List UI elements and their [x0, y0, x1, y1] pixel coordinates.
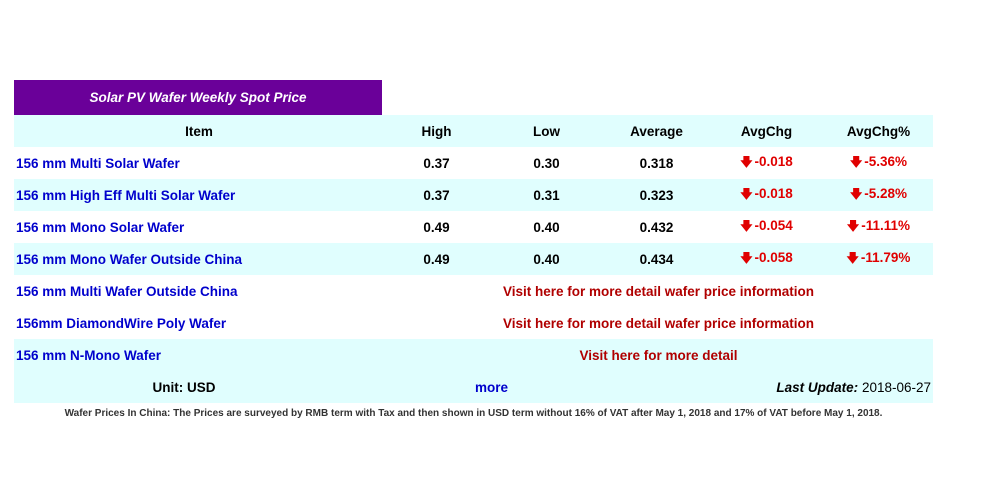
avgchg-value: -0.018 — [754, 153, 793, 169]
cell-avgchg: 🡇 -0.054 — [709, 217, 824, 238]
down-arrow-icon: 🡇 — [849, 186, 863, 201]
detail-link[interactable]: Visit here for more detail — [384, 348, 933, 363]
down-arrow-icon: 🡇 — [740, 250, 753, 265]
table-row: 156 mm N-Mono Wafer Visit here for more … — [14, 339, 933, 371]
cell-low: 0.40 — [533, 219, 560, 235]
detail-link[interactable]: Visit here for more detail wafer price i… — [384, 284, 933, 299]
cell-low: 0.30 — [533, 155, 560, 171]
item-link[interactable]: 156 mm Mono Solar Wafer — [14, 220, 384, 235]
header-item: Item — [185, 123, 213, 139]
down-arrow-icon: 🡇 — [849, 154, 863, 169]
header-avgchg: AvgChg — [740, 123, 793, 139]
cell-average: 0.318 — [639, 155, 674, 171]
avgchg-pct-value: -5.36% — [864, 153, 908, 169]
last-update-date: 2018-06-27 — [861, 379, 931, 395]
table-row: 156 mm Mono Wafer Outside China 0.49 0.4… — [14, 243, 933, 275]
table-footer-row: Unit: USD more Last Update: 2018-06-27 — [14, 371, 933, 403]
cell-avgchg-pct: 🡇 -11.79% — [824, 249, 933, 270]
cell-avgchg: 🡇 -0.058 — [709, 249, 824, 270]
last-update-label: Last Update: — [776, 379, 859, 395]
unit-label: Unit: USD — [152, 379, 216, 395]
item-link[interactable]: 156 mm Multi Wafer Outside China — [14, 284, 384, 299]
cell-low: 0.40 — [533, 251, 560, 267]
table-row: 156 mm High Eff Multi Solar Wafer 0.37 0… — [14, 179, 933, 211]
footnote: Wafer Prices In China: The Prices are su… — [64, 408, 883, 419]
avgchg-pct-value: -11.11% — [861, 217, 911, 233]
cell-avgchg-pct: 🡇 -5.28% — [824, 185, 933, 206]
avgchg-value: -0.058 — [754, 249, 793, 265]
item-link[interactable]: 156 mm N-Mono Wafer — [14, 348, 384, 363]
cell-low: 0.31 — [533, 187, 560, 203]
table-header-row: Item High Low Average AvgChg AvgChg% — [14, 115, 933, 147]
cell-high: 0.37 — [423, 155, 450, 171]
wafer-price-table: Item High Low Average AvgChg AvgChg% 156… — [14, 115, 933, 403]
down-arrow-icon: 🡇 — [740, 218, 753, 233]
cell-high: 0.49 — [423, 219, 450, 235]
more-link[interactable]: more — [354, 380, 629, 395]
detail-link[interactable]: Visit here for more detail wafer price i… — [384, 316, 933, 331]
header-average: Average — [630, 123, 683, 139]
cell-high: 0.49 — [423, 251, 450, 267]
header-high: High — [421, 123, 452, 139]
table-row: 156 mm Multi Solar Wafer 0.37 0.30 0.318… — [14, 147, 933, 179]
cell-avgchg-pct: 🡇 -5.36% — [824, 153, 933, 174]
item-link[interactable]: 156mm DiamondWire Poly Wafer — [14, 316, 384, 331]
item-link[interactable]: 156 mm Multi Solar Wafer — [14, 156, 384, 171]
avgchg-pct-value: -5.28% — [864, 185, 908, 201]
header-low: Low — [533, 123, 560, 139]
table-row: 156 mm Multi Wafer Outside China Visit h… — [14, 275, 933, 307]
table-row: 156mm DiamondWire Poly Wafer Visit here … — [14, 307, 933, 339]
down-arrow-icon: 🡇 — [846, 218, 860, 233]
last-update: Last Update: 2018-06-27 — [629, 380, 933, 395]
cell-average: 0.432 — [639, 219, 674, 235]
item-link[interactable]: 156 mm High Eff Multi Solar Wafer — [14, 188, 384, 203]
cell-avgchg: 🡇 -0.018 — [709, 185, 824, 206]
cell-average: 0.323 — [639, 187, 674, 203]
cell-avgchg-pct: 🡇 -11.11% — [824, 217, 933, 238]
header-avgchg-pct: AvgChg% — [846, 123, 911, 139]
avgchg-pct-value: -11.79% — [860, 249, 911, 265]
down-arrow-icon: 🡇 — [846, 250, 859, 265]
cell-high: 0.37 — [423, 187, 450, 203]
table-row: 156 mm Mono Solar Wafer 0.49 0.40 0.432 … — [14, 211, 933, 243]
cell-average: 0.434 — [639, 251, 674, 267]
down-arrow-icon: 🡇 — [740, 154, 753, 169]
avgchg-value: -0.054 — [754, 217, 793, 233]
avgchg-value: -0.018 — [754, 185, 793, 201]
table-title: Solar PV Wafer Weekly Spot Price — [14, 80, 382, 115]
item-link[interactable]: 156 mm Mono Wafer Outside China — [14, 252, 384, 267]
cell-avgchg: 🡇 -0.018 — [709, 153, 824, 174]
down-arrow-icon: 🡇 — [740, 186, 753, 201]
